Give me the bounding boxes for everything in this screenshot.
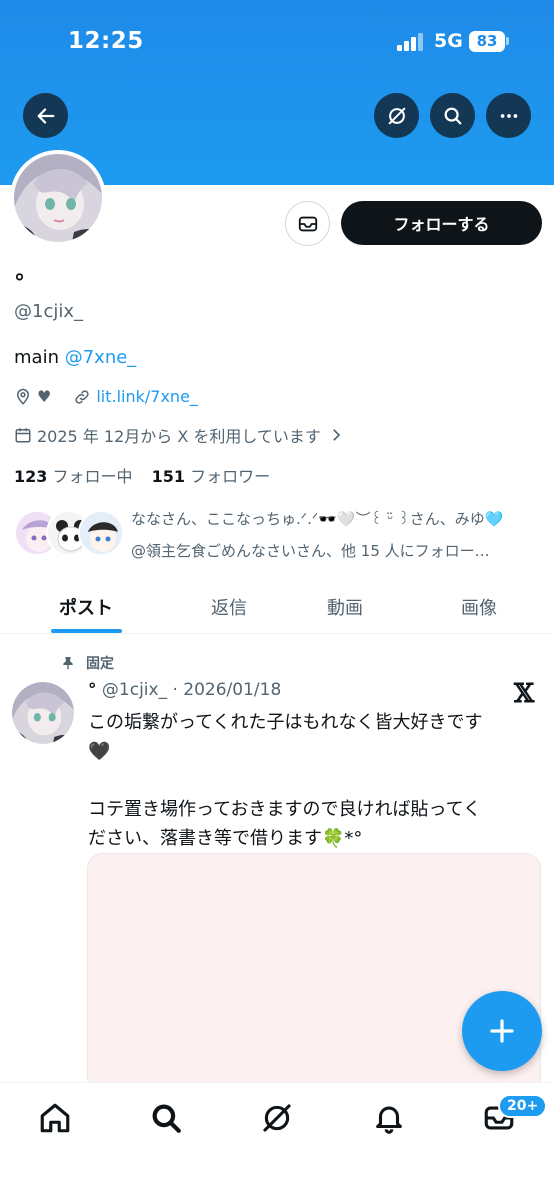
profile-avatar[interactable] [10,150,106,246]
messages-badge: 20+ [498,1094,548,1118]
tab-images[interactable]: 画像 [413,580,545,634]
bell-icon[interactable] [372,1101,406,1135]
tab-videos[interactable]: 動画 [279,580,411,634]
profile-bio: main @7xne_ [14,347,136,368]
search-icon[interactable] [149,1101,183,1135]
more-icon [500,113,517,118]
compose-button[interactable] [462,991,542,1071]
x-logo-icon: 𝕏 [514,679,535,709]
bottom-nav [0,1082,554,1200]
battery-icon: 83 [469,31,505,52]
followed-by-avatars[interactable] [14,510,124,558]
plus-icon [490,1019,514,1043]
profile-handle: @1cjix_ [14,301,84,322]
chevron-right-icon [333,429,341,441]
followers-link[interactable]: 151 フォロワー [152,467,271,486]
pin-icon [63,657,73,670]
link-icon [75,389,89,404]
following-label: フォロー中 [52,467,133,486]
search-button[interactable] [430,93,475,138]
network-type: 5G [434,30,463,52]
avatar-image [14,154,102,242]
home-icon[interactable] [38,1101,72,1135]
grok-icon[interactable] [260,1101,294,1135]
pinned-label: 固定 [86,656,114,672]
grok-button[interactable] [374,93,419,138]
active-tab-indicator [51,629,122,633]
back-arrow-icon [37,107,54,124]
profile-link[interactable]: lit.link/7xne_ [96,387,198,406]
post-author-handle[interactable]: @1cjix_ [102,680,167,700]
follower-avatar [78,510,124,556]
message-button[interactable] [285,201,330,246]
followed-by-line-1[interactable]: ななさん、ここなっちゅ.ᐟ.ᐟ🕶️🤍︶꒰ ᵕ̈ ꒱さん、みゆ🩵 [131,508,541,529]
post-author-avatar[interactable] [12,682,74,744]
bio-text: main [14,347,59,368]
pinned-indicator: 固定 [60,653,114,673]
post-date[interactable]: 2026/01/18 [183,680,281,700]
search-icon [444,107,461,124]
profile-tabs: ポスト 返信 動画 画像 [0,580,554,634]
status-bar: 12:25 5G 83 [0,0,554,80]
display-name: ° [14,271,25,296]
joined-row[interactable]: 2025 年 12月から X を利用しています [14,423,345,447]
bio-mention-link[interactable]: @7xne_ [65,347,137,368]
joined-text: 2025 年 12月から X を利用しています [37,427,321,446]
more-button[interactable] [486,93,531,138]
profile-meta-row: ♥ lit.link/7xne_ [14,387,198,406]
followers-label: フォロワー [190,467,271,486]
followers-count: 151 [151,467,186,486]
back-button[interactable] [23,93,68,138]
follow-counts: 123 フォロー中 151 フォロワー [14,463,270,487]
calendar-icon [15,428,31,443]
post-author-name[interactable]: ° [88,680,97,700]
following-count: 123 [14,467,48,486]
location-icon [16,388,30,405]
avatar-image [12,682,74,744]
tab-replies[interactable]: 返信 [163,580,295,634]
battery-tip [506,37,509,45]
status-time: 12:25 [68,28,144,54]
post-separator: · [172,680,178,700]
follow-button[interactable]: フォローする [341,201,542,245]
post-text: この垢繋がってくれた子はもれなく皆大好きです 🖤 コテ置き場作っておきますので良… [88,712,483,849]
location-text: ♥ [37,387,52,406]
grok-icon [388,107,405,124]
following-link[interactable]: 123 フォロー中 [14,467,133,486]
followed-by-line-2[interactable]: @領主乞食ごめんなさいさん、他 15 人にフォロー… [131,540,541,561]
signal-icon [397,33,425,51]
post-header: ° @1cjix_ · 2026/01/18 [88,680,281,700]
message-icon [298,216,317,231]
tab-posts[interactable]: ポスト [20,580,152,634]
